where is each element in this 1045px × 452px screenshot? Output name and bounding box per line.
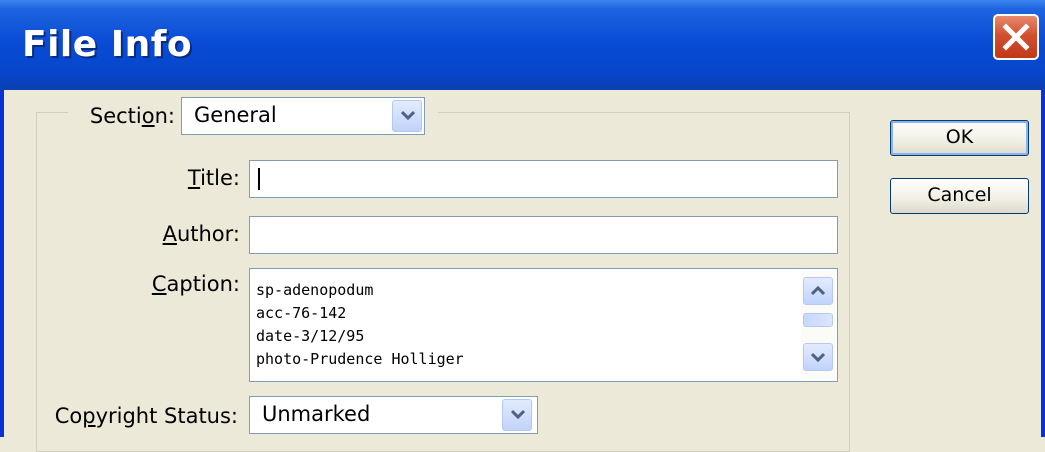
title-bar[interactable]: File Info (0, 0, 1045, 90)
title-input[interactable] (249, 160, 838, 198)
chevron-down-icon (401, 110, 415, 121)
chevron-down-icon (811, 352, 825, 363)
caption-textarea[interactable]: sp-adenopodum acc-76-142 date-3/12/95 ph… (249, 268, 838, 382)
section-value: General (194, 103, 277, 127)
scroll-up-button[interactable] (803, 277, 833, 305)
scroll-down-button[interactable] (803, 343, 833, 371)
author-input[interactable] (249, 216, 838, 254)
ok-button[interactable]: OK (890, 120, 1029, 156)
caption-line: photo-Prudence Holliger (256, 350, 464, 368)
copyright-value: Unmarked (262, 402, 371, 426)
window-border-left (0, 90, 4, 437)
close-button[interactable] (993, 14, 1039, 60)
caption-line: acc-76-142 (256, 304, 347, 322)
copyright-label: Copyright Status: (54, 404, 238, 428)
close-icon (1002, 23, 1030, 51)
section-dropdown-button[interactable] (392, 100, 422, 132)
caption-line: date-3/12/95 (256, 327, 365, 345)
chevron-up-icon (811, 285, 825, 296)
author-label: Author: (162, 222, 240, 246)
title-label: Title: (187, 166, 240, 190)
caption-line: sp-adenopodum (256, 281, 374, 299)
chevron-down-icon (511, 409, 525, 420)
section-label: Section: (89, 104, 175, 128)
section-dropdown[interactable]: General (181, 97, 425, 135)
copyright-dropdown-button[interactable] (502, 399, 532, 431)
text-caret (258, 168, 260, 190)
window-border-right (1041, 90, 1045, 437)
caption-scrollbar[interactable] (801, 271, 835, 379)
copyright-dropdown[interactable]: Unmarked (249, 396, 538, 434)
window-title: File Info (22, 24, 193, 65)
caption-label: Caption: (151, 272, 240, 296)
scroll-thumb[interactable] (803, 313, 833, 327)
cancel-button[interactable]: Cancel (890, 178, 1029, 214)
